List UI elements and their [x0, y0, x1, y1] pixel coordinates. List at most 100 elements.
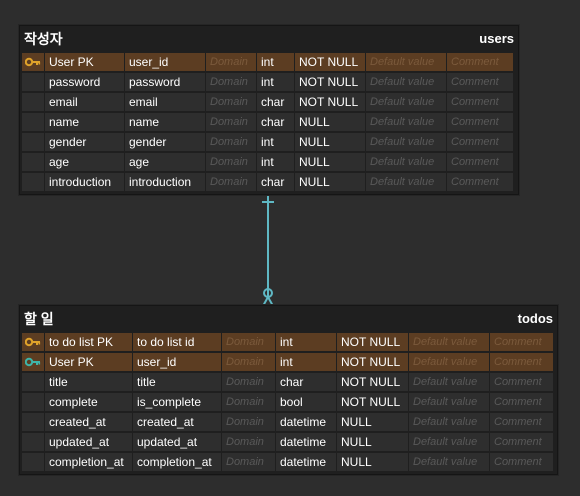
default-value-cell[interactable]: Default value — [409, 413, 489, 431]
data-type-cell[interactable]: datetime — [276, 413, 336, 431]
column-row[interactable]: password password Domain int NOT NULL Default… — [22, 72, 516, 92]
nullability-cell[interactable]: NULL — [337, 453, 408, 471]
column-row[interactable]: to do list PK to do list id Domain int NOT N… — [22, 332, 555, 352]
logical-name-cell[interactable]: User PK — [45, 353, 132, 371]
default-value-cell[interactable]: Default value — [409, 333, 489, 351]
physical-name-cell[interactable]: updated_at — [133, 433, 221, 451]
domain-cell[interactable]: Domain — [222, 333, 275, 351]
default-value-cell[interactable]: Default value — [366, 153, 446, 171]
entity-header[interactable]: 할 일 todos — [20, 306, 557, 332]
default-value-cell[interactable]: Default value — [409, 433, 489, 451]
entity-header[interactable]: 작성자 users — [20, 26, 518, 52]
logical-name-cell[interactable]: completion_at — [45, 453, 132, 471]
domain-cell[interactable]: Domain — [222, 453, 275, 471]
comment-cell[interactable]: Comment — [490, 373, 553, 391]
default-value-cell[interactable]: Default value — [409, 353, 489, 371]
column-row[interactable]: created_at created_at Domain datetime NULL De… — [22, 412, 555, 432]
nullability-cell[interactable]: NULL — [337, 433, 408, 451]
nullability-cell[interactable]: NULL — [295, 173, 365, 191]
logical-name-cell[interactable]: introduction — [45, 173, 124, 191]
logical-name-cell[interactable]: updated_at — [45, 433, 132, 451]
comment-cell[interactable]: Comment — [490, 333, 553, 351]
column-row[interactable]: email email Domain char NOT NULL Default valu… — [22, 92, 516, 112]
comment-cell[interactable]: Comment — [490, 433, 553, 451]
physical-name-cell[interactable]: email — [125, 93, 205, 111]
comment-cell[interactable]: Comment — [447, 133, 513, 151]
comment-cell[interactable]: Comment — [447, 113, 513, 131]
logical-name-cell[interactable]: email — [45, 93, 124, 111]
comment-cell[interactable]: Comment — [447, 53, 513, 71]
comment-cell[interactable]: Comment — [447, 153, 513, 171]
data-type-cell[interactable]: int — [257, 53, 294, 71]
nullability-cell[interactable]: NULL — [295, 153, 365, 171]
physical-name-cell[interactable]: user_id — [125, 53, 205, 71]
domain-cell[interactable]: Domain — [206, 93, 256, 111]
logical-name-cell[interactable]: gender — [45, 133, 124, 151]
physical-name-cell[interactable]: to do list id — [133, 333, 221, 351]
column-row[interactable]: updated_at updated_at Domain datetime NULL De… — [22, 432, 555, 452]
logical-name-cell[interactable]: to do list PK — [45, 333, 132, 351]
data-type-cell[interactable]: datetime — [276, 453, 336, 471]
comment-cell[interactable]: Comment — [447, 73, 513, 91]
logical-name-cell[interactable]: User PK — [45, 53, 124, 71]
physical-name-cell[interactable]: is_complete — [133, 393, 221, 411]
column-row[interactable]: completion_at completion_at Domain datetime… — [22, 452, 555, 472]
comment-cell[interactable]: Comment — [490, 413, 553, 431]
physical-name-cell[interactable]: title — [133, 373, 221, 391]
comment-cell[interactable]: Comment — [490, 393, 553, 411]
domain-cell[interactable]: Domain — [206, 53, 256, 71]
data-type-cell[interactable]: int — [257, 73, 294, 91]
column-row[interactable]: title title Domain char NOT NULL Default valu… — [22, 372, 555, 392]
physical-name-cell[interactable]: created_at — [133, 413, 221, 431]
logical-name-cell[interactable]: name — [45, 113, 124, 131]
column-row[interactable]: age age Domain int NULL Default value Comment — [22, 152, 516, 172]
data-type-cell[interactable]: int — [276, 333, 336, 351]
nullability-cell[interactable]: NOT NULL — [337, 373, 408, 391]
nullability-cell[interactable]: NOT NULL — [295, 53, 365, 71]
entity-users[interactable]: 작성자 users User PK user_id Domain int NOT NUL… — [19, 25, 519, 195]
domain-cell[interactable]: Domain — [206, 153, 256, 171]
default-value-cell[interactable]: Default value — [366, 133, 446, 151]
default-value-cell[interactable]: Default value — [366, 73, 446, 91]
physical-name-cell[interactable]: name — [125, 113, 205, 131]
domain-cell[interactable]: Domain — [206, 113, 256, 131]
nullability-cell[interactable]: NOT NULL — [337, 353, 408, 371]
data-type-cell[interactable]: int — [257, 133, 294, 151]
data-type-cell[interactable]: bool — [276, 393, 336, 411]
nullability-cell[interactable]: NULL — [295, 113, 365, 131]
comment-cell[interactable]: Comment — [490, 453, 553, 471]
comment-cell[interactable]: Comment — [447, 93, 513, 111]
domain-cell[interactable]: Domain — [206, 173, 256, 191]
comment-cell[interactable]: Comment — [490, 353, 553, 371]
comment-cell[interactable]: Comment — [447, 173, 513, 191]
domain-cell[interactable]: Domain — [206, 73, 256, 91]
data-type-cell[interactable]: char — [257, 93, 294, 111]
default-value-cell[interactable]: Default value — [366, 173, 446, 191]
nullability-cell[interactable]: NOT NULL — [295, 73, 365, 91]
column-row[interactable]: name name Domain char NULL Default value Comme… — [22, 112, 516, 132]
default-value-cell[interactable]: Default value — [366, 93, 446, 111]
logical-name-cell[interactable]: age — [45, 153, 124, 171]
data-type-cell[interactable]: char — [257, 173, 294, 191]
logical-name-cell[interactable]: complete — [45, 393, 132, 411]
domain-cell[interactable]: Domain — [222, 353, 275, 371]
nullability-cell[interactable]: NOT NULL — [337, 393, 408, 411]
nullability-cell[interactable]: NOT NULL — [337, 333, 408, 351]
nullability-cell[interactable]: NULL — [295, 133, 365, 151]
default-value-cell[interactable]: Default value — [366, 113, 446, 131]
column-row[interactable]: introduction introduction Domain char NULL De… — [22, 172, 516, 192]
data-type-cell[interactable]: datetime — [276, 433, 336, 451]
domain-cell[interactable]: Domain — [206, 133, 256, 151]
physical-name-cell[interactable]: completion_at — [133, 453, 221, 471]
default-value-cell[interactable]: Default value — [409, 453, 489, 471]
physical-name-cell[interactable]: age — [125, 153, 205, 171]
data-type-cell[interactable]: char — [257, 113, 294, 131]
physical-name-cell[interactable]: gender — [125, 133, 205, 151]
logical-name-cell[interactable]: password — [45, 73, 124, 91]
physical-name-cell[interactable]: password — [125, 73, 205, 91]
domain-cell[interactable]: Domain — [222, 433, 275, 451]
data-type-cell[interactable]: char — [276, 373, 336, 391]
data-type-cell[interactable]: int — [276, 353, 336, 371]
domain-cell[interactable]: Domain — [222, 413, 275, 431]
column-row[interactable]: gender gender Domain int NULL Default value Co… — [22, 132, 516, 152]
